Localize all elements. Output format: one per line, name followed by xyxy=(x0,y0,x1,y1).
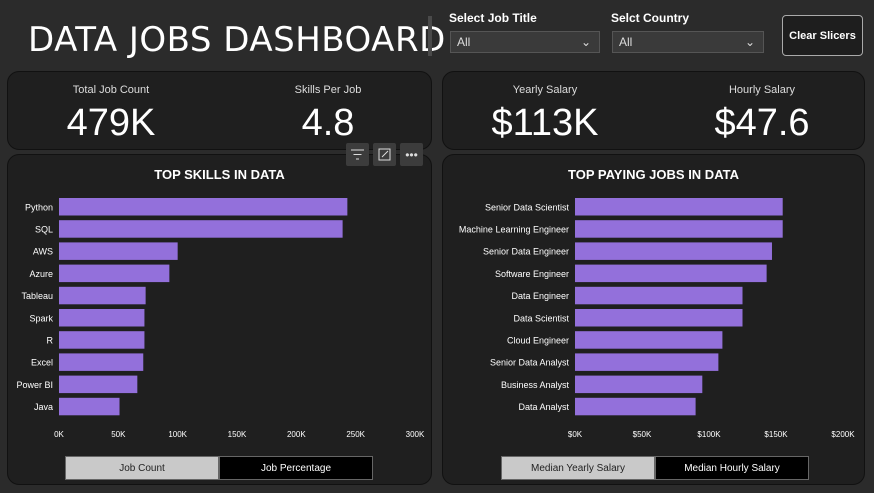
chart-bar xyxy=(575,220,783,238)
x-tick-label: $0K xyxy=(568,430,583,439)
chart-bar xyxy=(575,242,772,260)
chart-bar xyxy=(575,264,767,283)
total-job-count-value: 479K xyxy=(66,102,156,144)
chart-bar xyxy=(59,220,343,238)
hourly-salary-value: $47.6 xyxy=(714,102,810,144)
chart-bar xyxy=(575,375,703,394)
category-label: Power BI xyxy=(16,380,53,390)
salary-measure-toggle: Median Yearly Salary Median Hourly Salar… xyxy=(501,456,809,480)
top-paying-chart: Senior Data Scientist Machine Learning En… xyxy=(459,198,855,439)
category-label: Data Analyst xyxy=(518,402,569,412)
category-label: Java xyxy=(34,402,53,412)
category-label: Spark xyxy=(29,313,53,323)
kpi-card-right: Yearly Salary $113K Hourly Salary $47.6 xyxy=(442,71,865,150)
top-paying-chart-card[interactable]: TOP PAYING JOBS IN DATA Senior Data Scie… xyxy=(442,154,865,485)
category-label: Software Engineer xyxy=(495,269,569,279)
x-tick-label: 300K xyxy=(406,430,425,439)
yearly-salary-value: $113K xyxy=(491,102,599,144)
chart-bar xyxy=(59,286,146,305)
x-tick-label: 0K xyxy=(54,430,64,439)
category-label: Tableau xyxy=(21,291,53,301)
chart-bar xyxy=(575,331,723,349)
filter-icon[interactable] xyxy=(346,143,369,166)
category-label: Senior Data Analyst xyxy=(490,358,570,368)
x-tick-label: 200K xyxy=(287,430,306,439)
top-skills-chart-card[interactable]: TOP SKILLS IN DATA Python SQL AWS Azure Tabl… xyxy=(7,154,432,485)
chart-bar xyxy=(575,397,696,416)
category-label: Business Analyst xyxy=(501,380,570,390)
category-label: Excel xyxy=(31,358,53,368)
x-tick-label: 150K xyxy=(228,430,247,439)
x-tick-label: 100K xyxy=(168,430,187,439)
chart-bar xyxy=(575,198,783,216)
category-label: Data Engineer xyxy=(511,291,569,301)
chart-bar xyxy=(59,397,120,416)
total-job-count-label: Total Job Count xyxy=(72,84,150,96)
chart-bar xyxy=(575,353,719,371)
top-skills-chart: Python SQL AWS Azure Tableau Spark R Excel Power… xyxy=(16,198,425,439)
category-label: Cloud Engineer xyxy=(507,335,569,345)
chevron-down-icon: ⌄ xyxy=(744,35,755,49)
chart-bar xyxy=(575,286,743,305)
kpi-card-left: Total Job Count 479K Skills Per Job 4.8 xyxy=(7,71,432,150)
chart-bar xyxy=(59,375,138,394)
chart-bar xyxy=(59,331,145,349)
yearly-salary-label: Yearly Salary xyxy=(512,84,578,96)
more-options-icon[interactable]: ••• xyxy=(400,143,423,166)
x-tick-label: $100K xyxy=(697,430,721,439)
category-label: Machine Learning Engineer xyxy=(459,224,569,234)
median-hourly-salary-toggle-button[interactable]: Median Hourly Salary xyxy=(655,456,809,480)
chart-bar xyxy=(59,198,348,216)
job-title-slicer-value: All xyxy=(457,35,471,49)
chart-bar xyxy=(59,264,170,283)
x-tick-label: 250K xyxy=(346,430,365,439)
country-slicer-label: Selct Country xyxy=(611,11,690,25)
country-slicer-value: All xyxy=(619,35,633,49)
category-label: AWS xyxy=(33,247,53,257)
header-divider xyxy=(428,16,432,56)
skills-per-job-label: Skills Per Job xyxy=(294,84,362,96)
country-slicer[interactable]: All ⌄ xyxy=(612,31,764,53)
chart-bar xyxy=(575,309,743,327)
job-percentage-toggle-button[interactable]: Job Percentage xyxy=(219,456,373,480)
focus-mode-icon[interactable] xyxy=(373,143,396,166)
chart-bar xyxy=(59,353,144,371)
category-label: Senior Data Scientist xyxy=(485,202,570,212)
skills-measure-toggle: Job Count Job Percentage xyxy=(65,456,373,480)
category-label: R xyxy=(47,335,54,345)
x-tick-label: $50K xyxy=(633,430,652,439)
chart-bar xyxy=(59,242,178,260)
category-label: Python xyxy=(25,202,53,212)
skills-per-job-value: 4.8 xyxy=(301,102,355,144)
hourly-salary-label: Hourly Salary xyxy=(728,84,796,96)
median-yearly-salary-toggle-button[interactable]: Median Yearly Salary xyxy=(501,456,655,480)
category-label: Senior Data Engineer xyxy=(483,247,569,257)
job-title-slicer[interactable]: All ⌄ xyxy=(450,31,600,53)
job-count-toggle-button[interactable]: Job Count xyxy=(65,456,219,480)
x-tick-label: 50K xyxy=(111,430,126,439)
x-tick-label: $150K xyxy=(764,430,788,439)
chevron-down-icon: ⌄ xyxy=(580,35,591,49)
dashboard-title: DATA JOBS DASHBOARD xyxy=(28,20,446,60)
category-label: Azure xyxy=(29,269,53,279)
category-label: Data Scientist xyxy=(513,313,569,323)
visual-toolbar: ••• xyxy=(346,143,423,166)
x-tick-label: $200K xyxy=(831,430,855,439)
chart-bar xyxy=(59,309,145,327)
clear-slicers-button[interactable]: Clear Slicers xyxy=(782,15,863,56)
category-label: SQL xyxy=(35,224,53,234)
job-title-slicer-label: Select Job Title xyxy=(449,11,537,25)
